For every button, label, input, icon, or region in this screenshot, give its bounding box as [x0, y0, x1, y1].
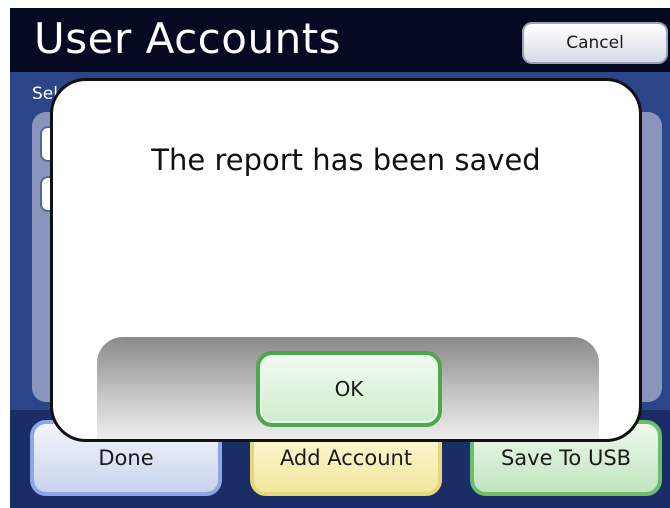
report-saved-dialog: The report has been saved OK [50, 78, 642, 442]
title-bar: User Accounts Cancel [10, 8, 670, 72]
cancel-button[interactable]: Cancel [522, 22, 668, 64]
ok-button[interactable]: OK [256, 351, 442, 427]
page-title: User Accounts [34, 14, 342, 63]
dialog-message: The report has been saved [151, 143, 541, 177]
